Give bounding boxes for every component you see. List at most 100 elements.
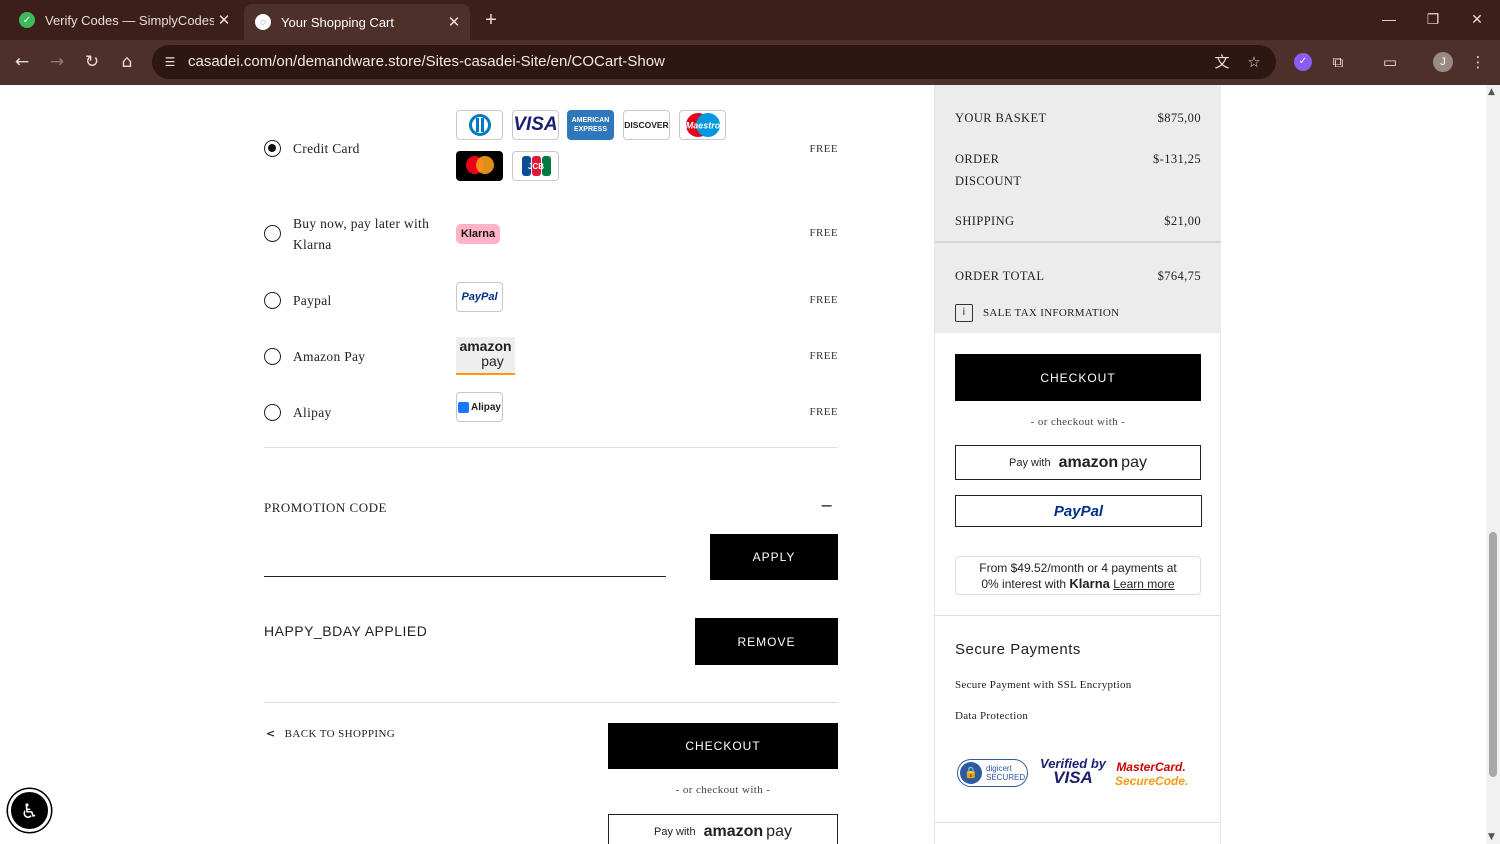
visa-icon: VISA (512, 110, 559, 140)
bookmark-star-icon[interactable]: ☆ (1244, 52, 1264, 72)
amazon-word: amazon (459, 338, 512, 354)
payment-option-klarna[interactable]: Buy now, pay later with Klarna FREE (264, 213, 838, 255)
info-icon: i (955, 304, 973, 322)
summary-value: $764,75 (1157, 269, 1201, 283)
page-scrollbar[interactable]: ▲ ▼ (1486, 85, 1500, 844)
restore-icon[interactable]: ❐ (1418, 8, 1448, 30)
sale-tax-label: SALE TAX INFORMATION (983, 307, 1120, 319)
apply-button[interactable]: APPLY (710, 534, 838, 580)
amazon-pay-logo: amazon pay (456, 337, 515, 375)
tab-strip: ✓ Verify Codes — SimplyCodes ✕ ◌ Your Sh… (0, 0, 1500, 40)
order-summary: YOUR BASKET $875,00 ORDER DISCOUNT $-131… (935, 85, 1221, 333)
scrollbar-thumb[interactable] (1489, 532, 1497, 777)
radio-credit-card[interactable] (264, 140, 281, 157)
scroll-up-icon[interactable]: ▲ (1488, 87, 1495, 97)
alipay-logo: Alipay (456, 392, 503, 422)
payment-price: FREE (809, 350, 838, 362)
close-icon[interactable]: ✕ (444, 13, 464, 31)
url-text: casadei.com/on/demandware.store/Sites-ca… (188, 53, 665, 70)
klarna-learn-more-link[interactable]: Learn more (1113, 577, 1174, 591)
secure-payments-title: Secure Payments (955, 641, 1081, 658)
amex-icon: AMERICAN EXPRESS (567, 110, 614, 140)
address-bar[interactable]: ☰ casadei.com/on/demandware.store/Sites-… (152, 45, 1276, 79)
new-tab-button[interactable]: + (480, 9, 502, 31)
site-settings-icon[interactable]: ☰ (160, 52, 180, 72)
amazon-pay-word: pay (481, 353, 504, 369)
amazon-pay-button-bottom[interactable]: Pay with amazon pay (608, 814, 838, 844)
minimize-icon[interactable]: — (1374, 8, 1404, 30)
summary-label: ORDER (955, 152, 1000, 166)
tab-simplycodes[interactable]: ✓ Verify Codes — SimplyCodes ✕ (8, 0, 240, 40)
scroll-down-icon[interactable]: ▼ (1488, 832, 1495, 842)
radio-paypal[interactable] (264, 292, 281, 309)
klarna-logo: Klarna (456, 224, 500, 244)
diners-club-icon (456, 110, 503, 140)
extension-icon[interactable]: ✓ (1294, 53, 1312, 71)
collapse-minus-icon[interactable]: − (820, 496, 836, 515)
home-icon[interactable]: ⌂ (115, 50, 139, 74)
radio-amazon-pay[interactable] (264, 348, 281, 365)
translate-icon[interactable]: 文 (1212, 52, 1232, 72)
tab-title: Verify Codes — SimplyCodes (45, 12, 214, 28)
window-close-icon[interactable]: ✕ (1462, 8, 1492, 30)
payment-option-amazon-pay[interactable]: Amazon Pay FREE (264, 346, 838, 366)
order-summary-sidebar: YOUR BASKET $875,00 ORDER DISCOUNT $-131… (934, 85, 1221, 844)
payment-option-paypal[interactable]: Paypal FREE (264, 290, 838, 310)
payment-price: FREE (809, 227, 838, 239)
profile-avatar[interactable]: J (1433, 52, 1453, 72)
sale-tax-information-link[interactable]: i SALE TAX INFORMATION (955, 304, 1119, 322)
digicert-line: digicert (986, 764, 1012, 773)
promotion-code-input[interactable] (264, 537, 666, 577)
tab-shopping-cart[interactable]: ◌ Your Shopping Cart ✕ (244, 4, 470, 40)
summary-label: SHIPPING (955, 214, 1015, 228)
verified-by-visa-badge: Verified by VISA (1038, 757, 1108, 787)
jcb-icon: JCB (512, 151, 559, 181)
summary-label: ORDER TOTAL (955, 269, 1045, 283)
payment-price: FREE (809, 406, 838, 418)
paypal-button[interactable]: PayPal (955, 495, 1202, 527)
digicert-text: digicert SECURED (986, 764, 1025, 782)
amazon-pay-word: pay (766, 823, 792, 840)
tab-search-icon[interactable]: ▭ (1378, 50, 1402, 74)
or-checkout-with-text: - or checkout with - (675, 784, 771, 796)
summary-value: $-131,25 (1153, 152, 1201, 166)
paypal-logo: PayPal (456, 282, 503, 312)
spinner-icon: ◌ (255, 14, 271, 30)
back-to-shopping-label: BACK TO SHOPPING (284, 727, 396, 740)
payment-option-alipay[interactable]: Alipay FREE (264, 402, 838, 422)
mastercard-icon (456, 151, 503, 181)
alipay-icon (457, 401, 469, 413)
puzzle-extensions-icon[interactable]: ⧉ (1326, 50, 1350, 74)
close-icon[interactable]: ✕ (214, 11, 234, 29)
lock-icon: 🔒 (960, 762, 982, 784)
check-icon: ✓ (19, 12, 35, 28)
amazon-word: amazon (1058, 453, 1119, 471)
summary-value: $21,00 (1164, 214, 1201, 228)
checkout-button[interactable]: CHECKOUT (955, 354, 1201, 401)
pay-with-text: Pay with (1009, 456, 1051, 469)
radio-klarna[interactable] (264, 225, 281, 242)
digicert-line: SECURED (986, 773, 1026, 782)
amazon-pay-word: pay (1121, 453, 1147, 471)
divider (264, 702, 838, 703)
browser-toolbar: ← → ↻ ⌂ ☰ casadei.com/on/demandware.stor… (0, 40, 1500, 85)
payment-price: FREE (809, 143, 838, 155)
cart-page: Credit Card FREE VISA AMERICAN EXPRESS D… (0, 85, 1486, 844)
payment-label: Credit Card (293, 141, 360, 156)
forward-arrow-icon[interactable]: → (45, 50, 69, 74)
or-checkout-with-text: - or checkout with - (1030, 416, 1126, 428)
checkout-button-bottom[interactable]: CHECKOUT (608, 723, 838, 769)
accessibility-icon[interactable]: ♿ (8, 789, 51, 832)
divider (264, 447, 838, 448)
reload-icon[interactable]: ↻ (80, 50, 104, 74)
remove-promo-button[interactable]: REMOVE (695, 618, 838, 665)
summary-label: DISCOUNT (955, 174, 1022, 188)
back-to-shopping-link[interactable]: < BACK TO SHOPPING (266, 727, 395, 740)
menu-kebab-icon[interactable]: ⋮ (1466, 50, 1490, 74)
amazon-pay-button[interactable]: Pay with amazon pay (955, 445, 1201, 480)
back-arrow-icon[interactable]: ← (10, 50, 34, 74)
divider (935, 241, 1221, 243)
radio-alipay[interactable] (264, 404, 281, 421)
klarna-brand: Klarna (1069, 576, 1110, 591)
payment-label: Paypal (293, 293, 332, 308)
